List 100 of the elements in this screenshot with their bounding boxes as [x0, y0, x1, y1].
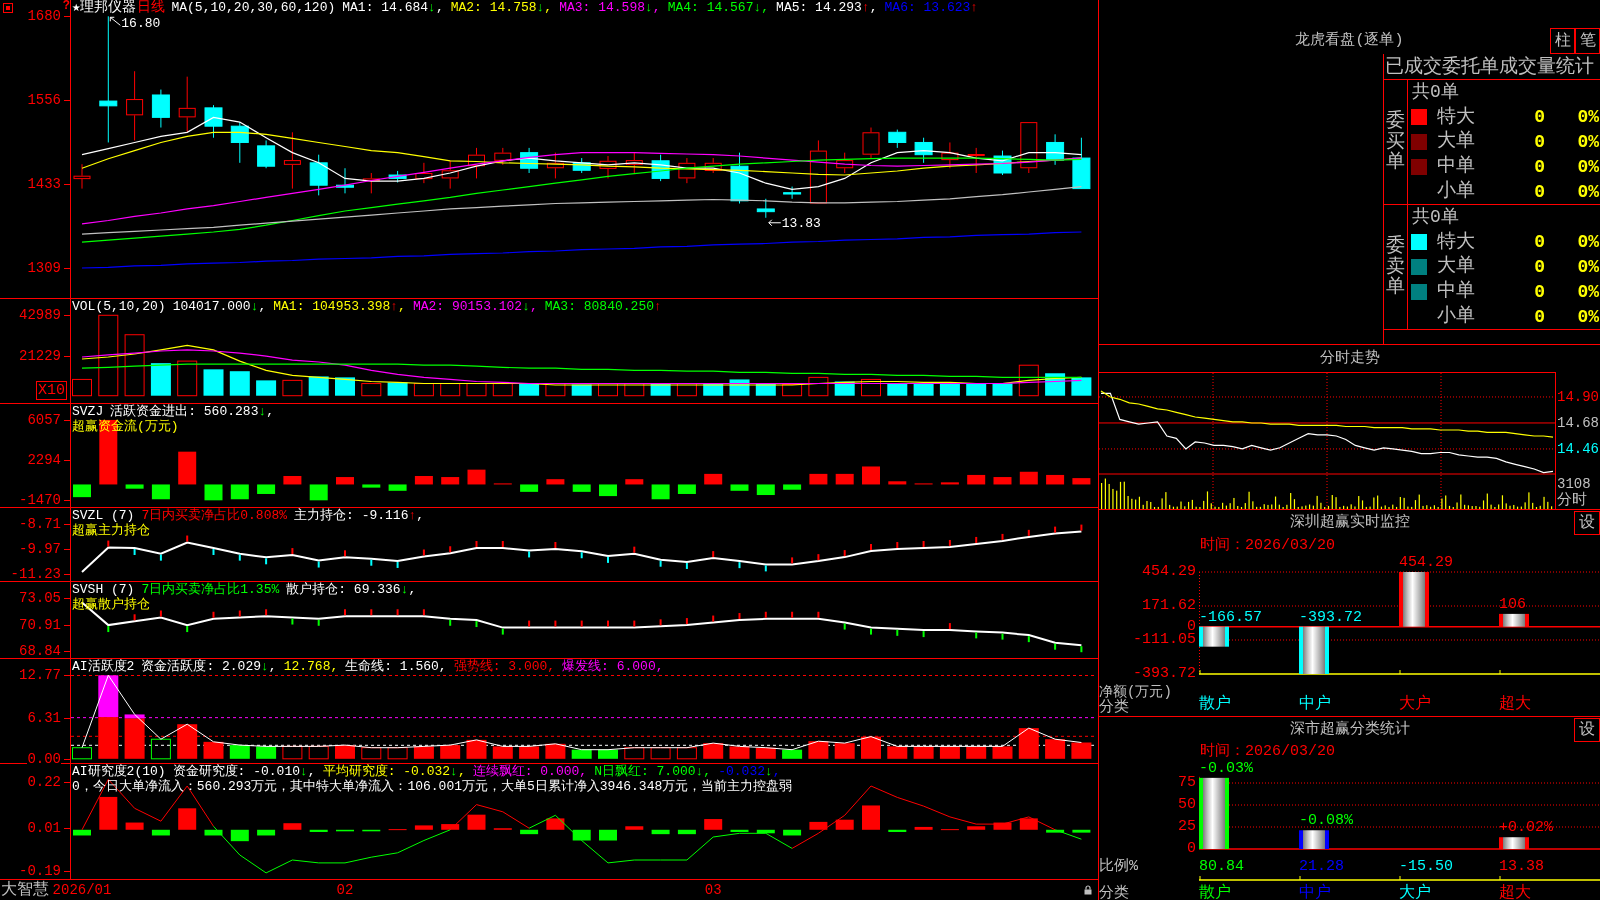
- legend-item: 资金活跃度: 2.029↓,: [141, 659, 277, 674]
- candlestick: [1046, 133, 1065, 166]
- change-marker: [291, 618, 294, 625]
- change-marker: [344, 550, 346, 557]
- change-marker: [843, 623, 846, 630]
- order-count: 0: [1534, 181, 1545, 202]
- settings-button[interactable]: 设: [1574, 511, 1600, 535]
- legend-item: AI活跃度2: [72, 659, 135, 674]
- axis-title: 分类: [1099, 885, 1129, 900]
- square-icon[interactable]: [3, 3, 13, 13]
- legend-item: SVZJ: [72, 404, 104, 419]
- axis-label: -8.71: [19, 516, 61, 531]
- change-marker: [1001, 533, 1004, 540]
- pointer-arrow: [109, 16, 121, 26]
- change-marker: [1054, 643, 1057, 650]
- legend-item: 平均研究度: -0.032↓,: [322, 764, 466, 779]
- axis-label: 1433: [27, 176, 61, 191]
- legend-item: MA2: 14.758↓,: [450, 0, 553, 15]
- order-percent: 0%: [1577, 232, 1600, 253]
- value-label: 80.84: [1199, 858, 1244, 875]
- stock-name: ★理邦仪器: [72, 0, 137, 15]
- order-size-label: 中单: [1437, 281, 1475, 303]
- change-marker: [712, 615, 715, 622]
- legend-item: 爆发线: 6.000,: [562, 659, 664, 674]
- candlestick: [599, 155, 617, 179]
- axis-title: 分类: [1099, 700, 1129, 716]
- legend-item: MA3: 80840.250↑: [544, 299, 662, 314]
- change-marker: [159, 610, 162, 617]
- axis-label: 6.31: [27, 710, 61, 725]
- value-label: 21.28: [1299, 858, 1344, 875]
- change-marker: [186, 626, 189, 633]
- date-label: 时间：2026/03/20: [1200, 743, 1335, 761]
- change-marker: [475, 621, 478, 628]
- change-marker: [133, 549, 136, 555]
- axis-label: 50: [1178, 797, 1196, 813]
- order-percent: 0%: [1577, 306, 1600, 327]
- candlestick: [362, 172, 380, 194]
- axis-label: 14.46: [1557, 440, 1599, 457]
- unit-label: X10: [36, 381, 67, 400]
- order-total: 共0单: [1412, 82, 1459, 103]
- view-toggle-button[interactable]: 笔: [1575, 28, 1600, 54]
- view-toggle-button[interactable]: 柱: [1550, 28, 1575, 54]
- axis-label: -393.72: [1133, 666, 1196, 682]
- change-label: -0.03%: [1199, 761, 1253, 777]
- legend-item: MA1: 104953.398↑,: [273, 299, 406, 314]
- legend-item: N日飘红: 7.000↓,: [594, 764, 712, 779]
- change-marker: [712, 551, 715, 558]
- change-marker: [422, 609, 425, 616]
- change-marker: [922, 541, 925, 547]
- pointer-arrow: [768, 219, 782, 227]
- change-marker: [1027, 529, 1030, 536]
- order-size-label: 小单: [1437, 181, 1475, 203]
- axis-label: 1309: [27, 260, 61, 275]
- order-size-label: 中单: [1437, 156, 1475, 178]
- order-count: 0: [1534, 107, 1545, 128]
- value-label: -393.72: [1299, 609, 1362, 626]
- change-marker: [764, 565, 767, 572]
- change-marker: [1001, 633, 1004, 640]
- change-marker: [896, 542, 899, 548]
- order-percent: 0%: [1577, 132, 1600, 152]
- legend-item: VOL(5,10,20): [72, 299, 166, 314]
- legend-item: 散户持仓: 69.336↓,: [286, 582, 417, 597]
- table-title: 已成交委托单成交量统计: [1385, 55, 1594, 78]
- category-label: 散户: [1199, 884, 1231, 900]
- change-marker: [265, 558, 268, 565]
- order-size-label: 大单: [1437, 256, 1475, 278]
- axis-label: -111.05: [1133, 632, 1196, 648]
- order-percent: 0%: [1577, 281, 1600, 302]
- legend-item: MA1: 14.684↓,: [342, 0, 444, 15]
- change-marker: [370, 609, 373, 616]
- axis-label: 25: [1178, 819, 1196, 835]
- change-marker: [449, 619, 452, 626]
- lock-icon[interactable]: [1084, 885, 1092, 895]
- candlestick: [888, 129, 907, 149]
- change-marker: [659, 560, 662, 567]
- panel-title: 分时走势: [1319, 349, 1380, 368]
- legend-item: 连续飘红: 0.000,: [472, 764, 588, 779]
- candlestick: [546, 152, 564, 179]
- help-mark[interactable]: ?: [62, 0, 70, 13]
- change-marker: [607, 620, 609, 627]
- category-label: 中户: [1299, 695, 1331, 713]
- candlestick: [967, 147, 985, 174]
- value-label: 454.29: [1399, 555, 1453, 571]
- legend-item: MA5: 14.293↑,: [776, 0, 878, 15]
- settings-button[interactable]: 设: [1574, 718, 1600, 742]
- candlestick: [783, 186, 802, 200]
- date-label: 02: [336, 881, 354, 899]
- candlestick: [309, 154, 328, 196]
- legend-item: 7日内买卖净占比1.35%: [141, 582, 280, 597]
- category-label: 超大: [1499, 884, 1531, 900]
- candlestick: [151, 89, 170, 129]
- change-marker: [186, 535, 189, 542]
- candlestick: [178, 76, 196, 133]
- legend-item: MA3: 14.598↓,: [559, 0, 661, 15]
- candlestick: [862, 127, 880, 159]
- axis-label: 73.05: [19, 591, 61, 605]
- candlestick: [1020, 121, 1038, 174]
- candlestick: [704, 157, 722, 174]
- change-marker: [738, 562, 741, 569]
- axis-label: 21229: [19, 349, 61, 363]
